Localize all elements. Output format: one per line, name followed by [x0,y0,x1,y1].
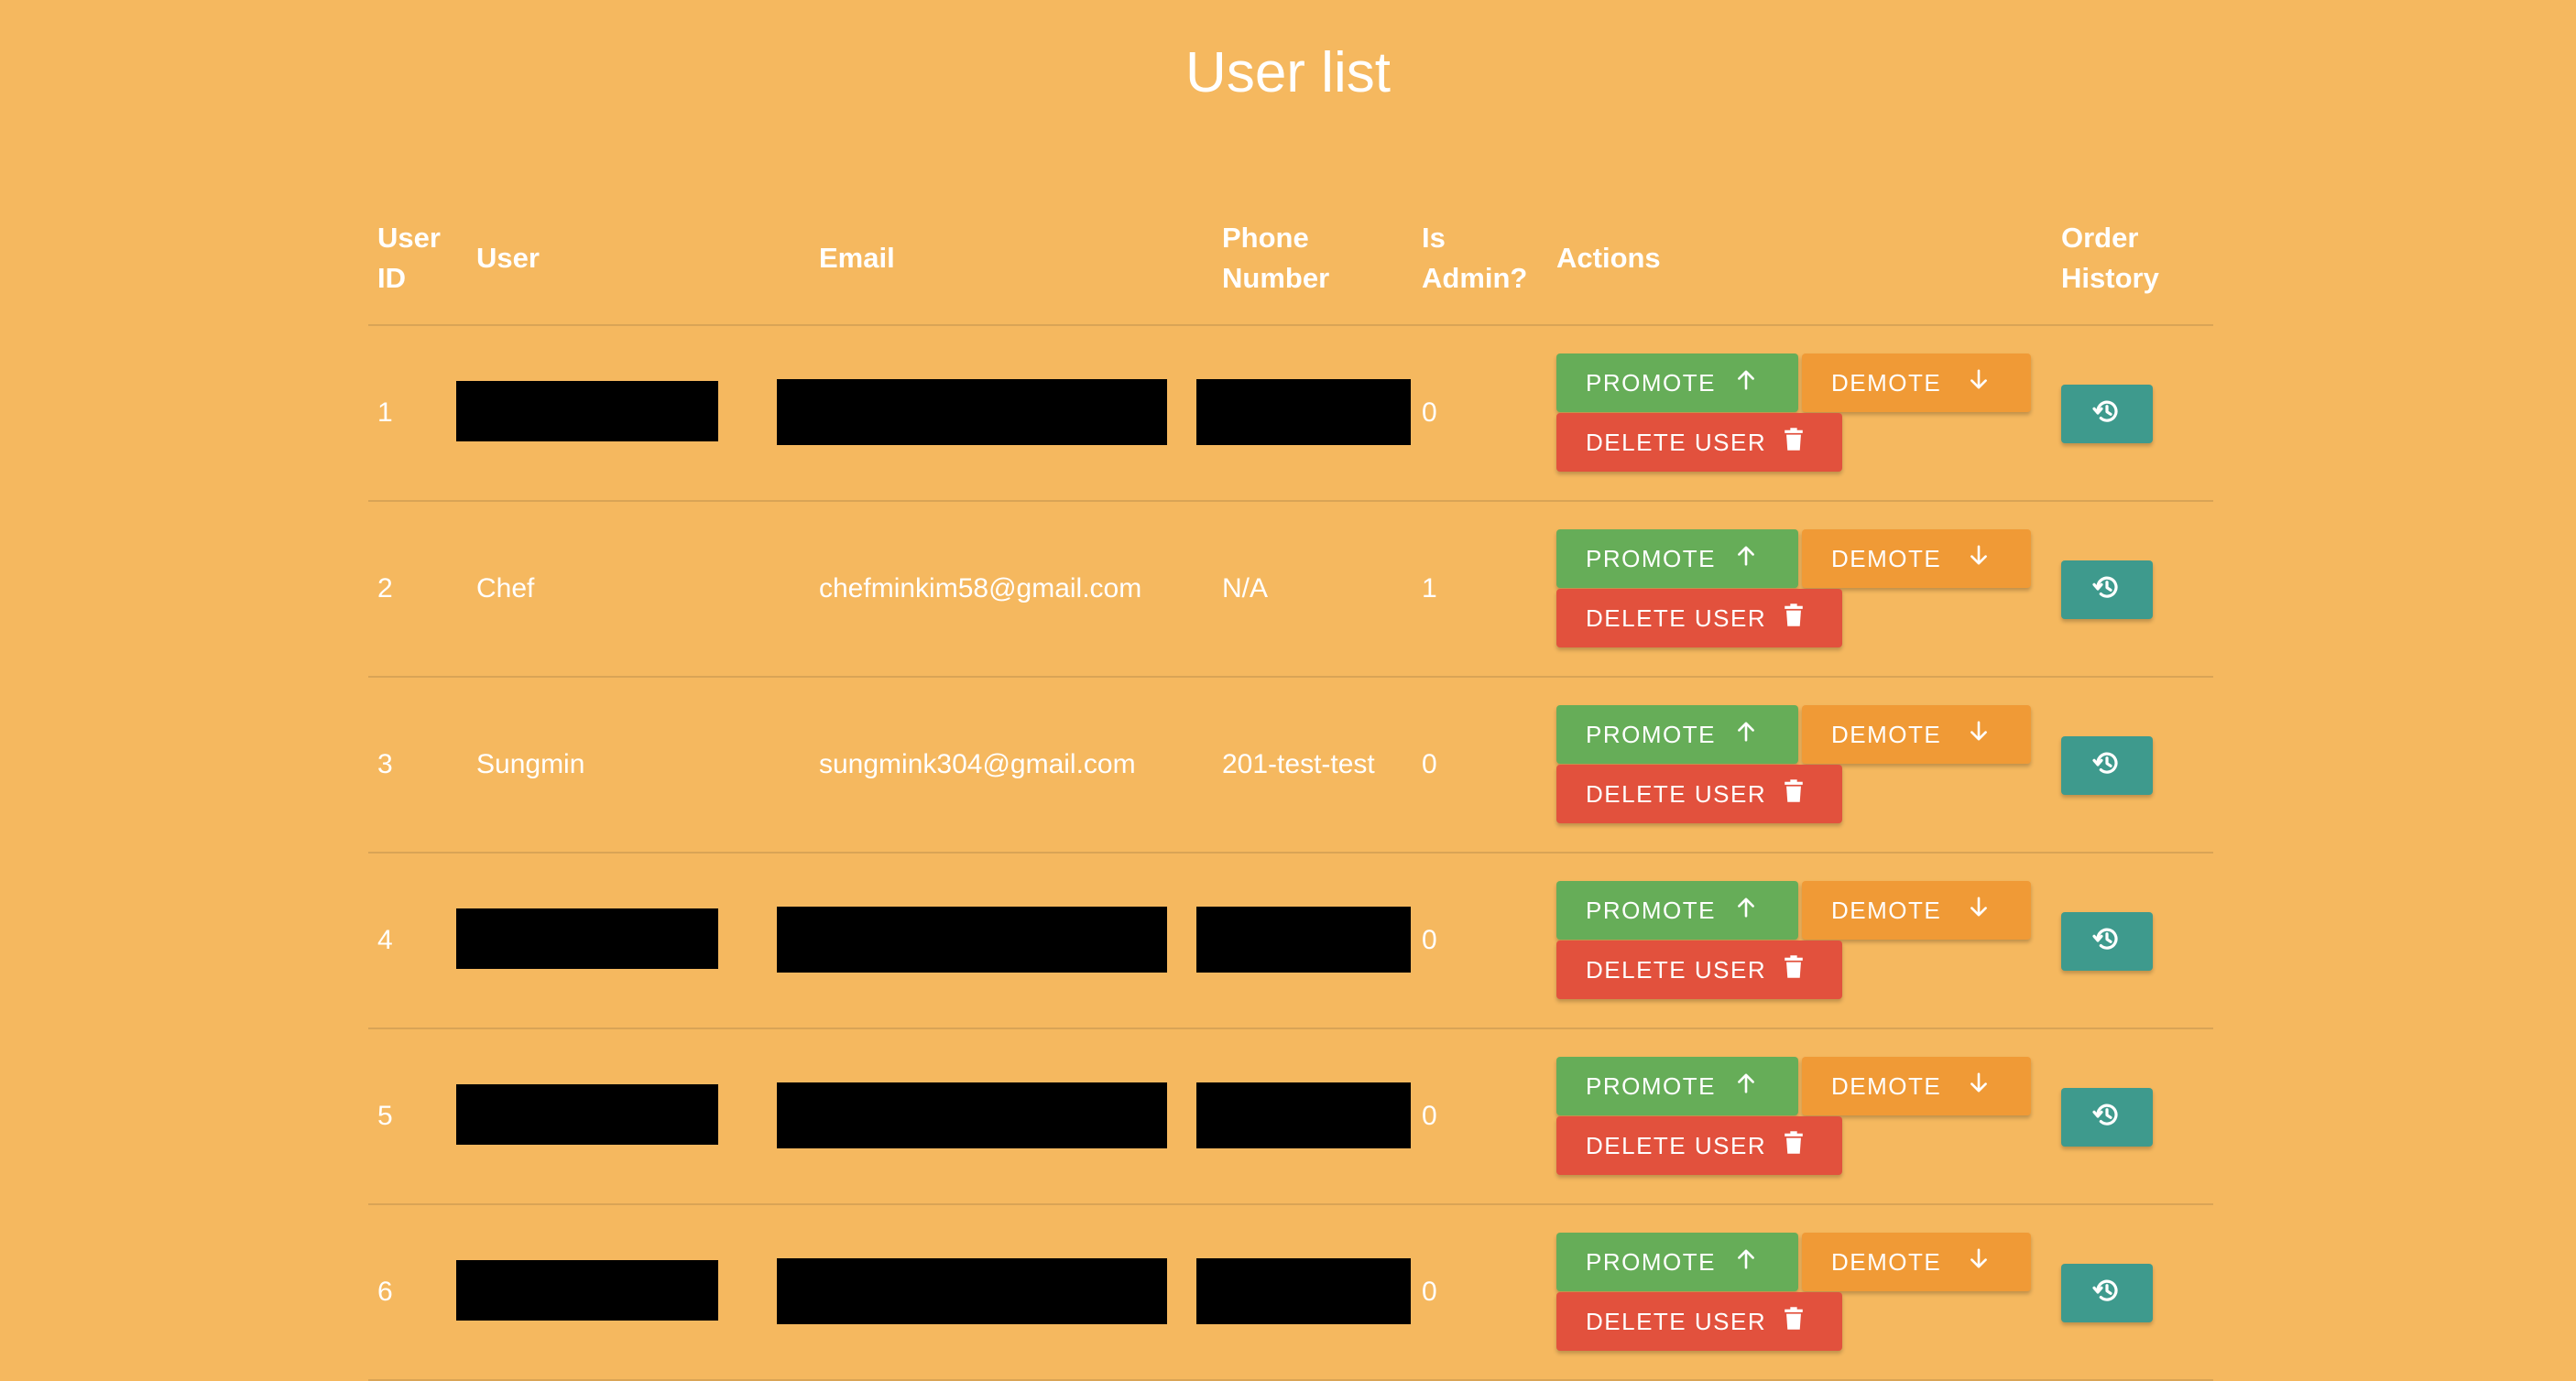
trash-icon [1784,1306,1804,1338]
demote-button[interactable]: DEMOTE [1802,353,2031,412]
arrow-down-icon [1967,1071,1991,1103]
redacted-phone [1196,379,1411,445]
promote-button[interactable]: PROMOTE [1556,353,1798,412]
header-order-history: Order History [2061,222,2159,294]
table-header: User ID User Email Phone Number Is Admin… [368,201,2213,326]
header-phone-number: Phone Number [1222,222,1330,294]
redacted-user [456,1260,718,1321]
user-name-cell: Sungmin [476,749,585,779]
user-table: User ID User Email Phone Number Is Admin… [368,201,2213,1381]
header-is-admin: Is Admin? [1422,222,1528,294]
redacted-email [777,907,1167,973]
is-admin-cell: 0 [1422,749,1437,779]
table-body: 1 0 PROMOTE DEMOTE DELETE USER 2 Chef chefminki… [368,326,2213,1381]
table-row: 3 Sungmin sungmink304@gmail.com 201-test-te… [368,678,2213,854]
email-cell: chefminkim58@gmail.com [819,573,1142,604]
user-id-cell: 6 [377,1277,393,1307]
header-user-id: User ID [377,222,441,294]
demote-button[interactable]: DEMOTE [1802,1233,2031,1291]
delete-user-button[interactable]: DELETE USER [1556,589,1842,647]
order-history-button[interactable] [2061,1264,2153,1322]
delete-user-button[interactable]: DELETE USER [1556,1116,1842,1175]
table-row: 2 Chef chefminkim58@gmail.com N/A 1 PROMOTE DE… [368,502,2213,678]
redacted-email [777,1082,1167,1148]
delete-user-button[interactable]: DELETE USER [1556,1292,1842,1351]
demote-button[interactable]: DEMOTE [1802,881,2031,940]
trash-icon [1784,1130,1804,1162]
arrow-down-icon [1967,895,1991,927]
promote-button[interactable]: PROMOTE [1556,705,1798,764]
trash-icon [1784,954,1804,986]
arrow-up-icon [1734,1246,1758,1278]
promote-button[interactable]: PROMOTE [1556,529,1798,588]
redacted-user [456,1084,718,1145]
trash-icon [1784,603,1804,635]
user-id-cell: 2 [377,573,393,604]
trash-icon [1784,427,1804,459]
redacted-phone [1196,907,1411,973]
email-cell: sungmink304@gmail.com [819,749,1136,779]
arrow-up-icon [1734,895,1758,927]
history-icon [2092,1276,2122,1311]
redacted-user [456,381,718,441]
user-id-cell: 1 [377,397,393,428]
is-admin-cell: 0 [1422,397,1437,428]
history-icon [2092,924,2122,960]
arrow-down-icon [1967,367,1991,399]
arrow-up-icon [1734,719,1758,751]
order-history-button[interactable] [2061,385,2153,443]
header-user: User [476,242,540,274]
redacted-email [777,379,1167,445]
is-admin-cell: 0 [1422,1277,1437,1307]
promote-button[interactable]: PROMOTE [1556,1057,1798,1115]
table-row: 6 0 PROMOTE DEMOTE DELETE USER [368,1205,2213,1381]
redacted-user [456,908,718,969]
is-admin-cell: 1 [1422,573,1437,604]
user-id-cell: 4 [377,925,393,955]
order-history-button[interactable] [2061,1088,2153,1147]
arrow-down-icon [1967,719,1991,751]
order-history-button[interactable] [2061,736,2153,795]
phone-cell: 201-test-test [1222,749,1375,779]
delete-user-button[interactable]: DELETE USER [1556,941,1842,999]
phone-cell: N/A [1222,573,1269,604]
arrow-up-icon [1734,1071,1758,1103]
table-row: 4 0 PROMOTE DEMOTE DELETE USER [368,854,2213,1029]
promote-button[interactable]: PROMOTE [1556,1233,1798,1291]
demote-button[interactable]: DEMOTE [1802,705,2031,764]
demote-button[interactable]: DEMOTE [1802,529,2031,588]
history-icon [2092,1100,2122,1136]
history-icon [2092,748,2122,784]
order-history-button[interactable] [2061,560,2153,619]
page-title: User list [1185,41,1391,104]
history-icon [2092,572,2122,608]
arrow-down-icon [1967,1246,1991,1278]
delete-user-button[interactable]: DELETE USER [1556,765,1842,823]
arrow-up-icon [1734,367,1758,399]
is-admin-cell: 0 [1422,1101,1437,1131]
delete-user-button[interactable]: DELETE USER [1556,413,1842,472]
user-name-cell: Chef [476,573,535,604]
order-history-button[interactable] [2061,912,2153,971]
header-email: Email [819,242,895,274]
arrow-up-icon [1734,543,1758,575]
promote-button[interactable]: PROMOTE [1556,881,1798,940]
redacted-phone [1196,1082,1411,1148]
arrow-down-icon [1967,543,1991,575]
header-actions: Actions [1556,242,1661,274]
redacted-phone [1196,1258,1411,1324]
is-admin-cell: 0 [1422,925,1437,955]
user-id-cell: 5 [377,1101,393,1131]
user-id-cell: 3 [377,749,393,779]
table-row: 5 0 PROMOTE DEMOTE DELETE USER [368,1029,2213,1205]
demote-button[interactable]: DEMOTE [1802,1057,2031,1115]
table-row: 1 0 PROMOTE DEMOTE DELETE USER [368,326,2213,502]
redacted-email [777,1258,1167,1324]
trash-icon [1784,778,1804,810]
history-icon [2092,397,2122,432]
